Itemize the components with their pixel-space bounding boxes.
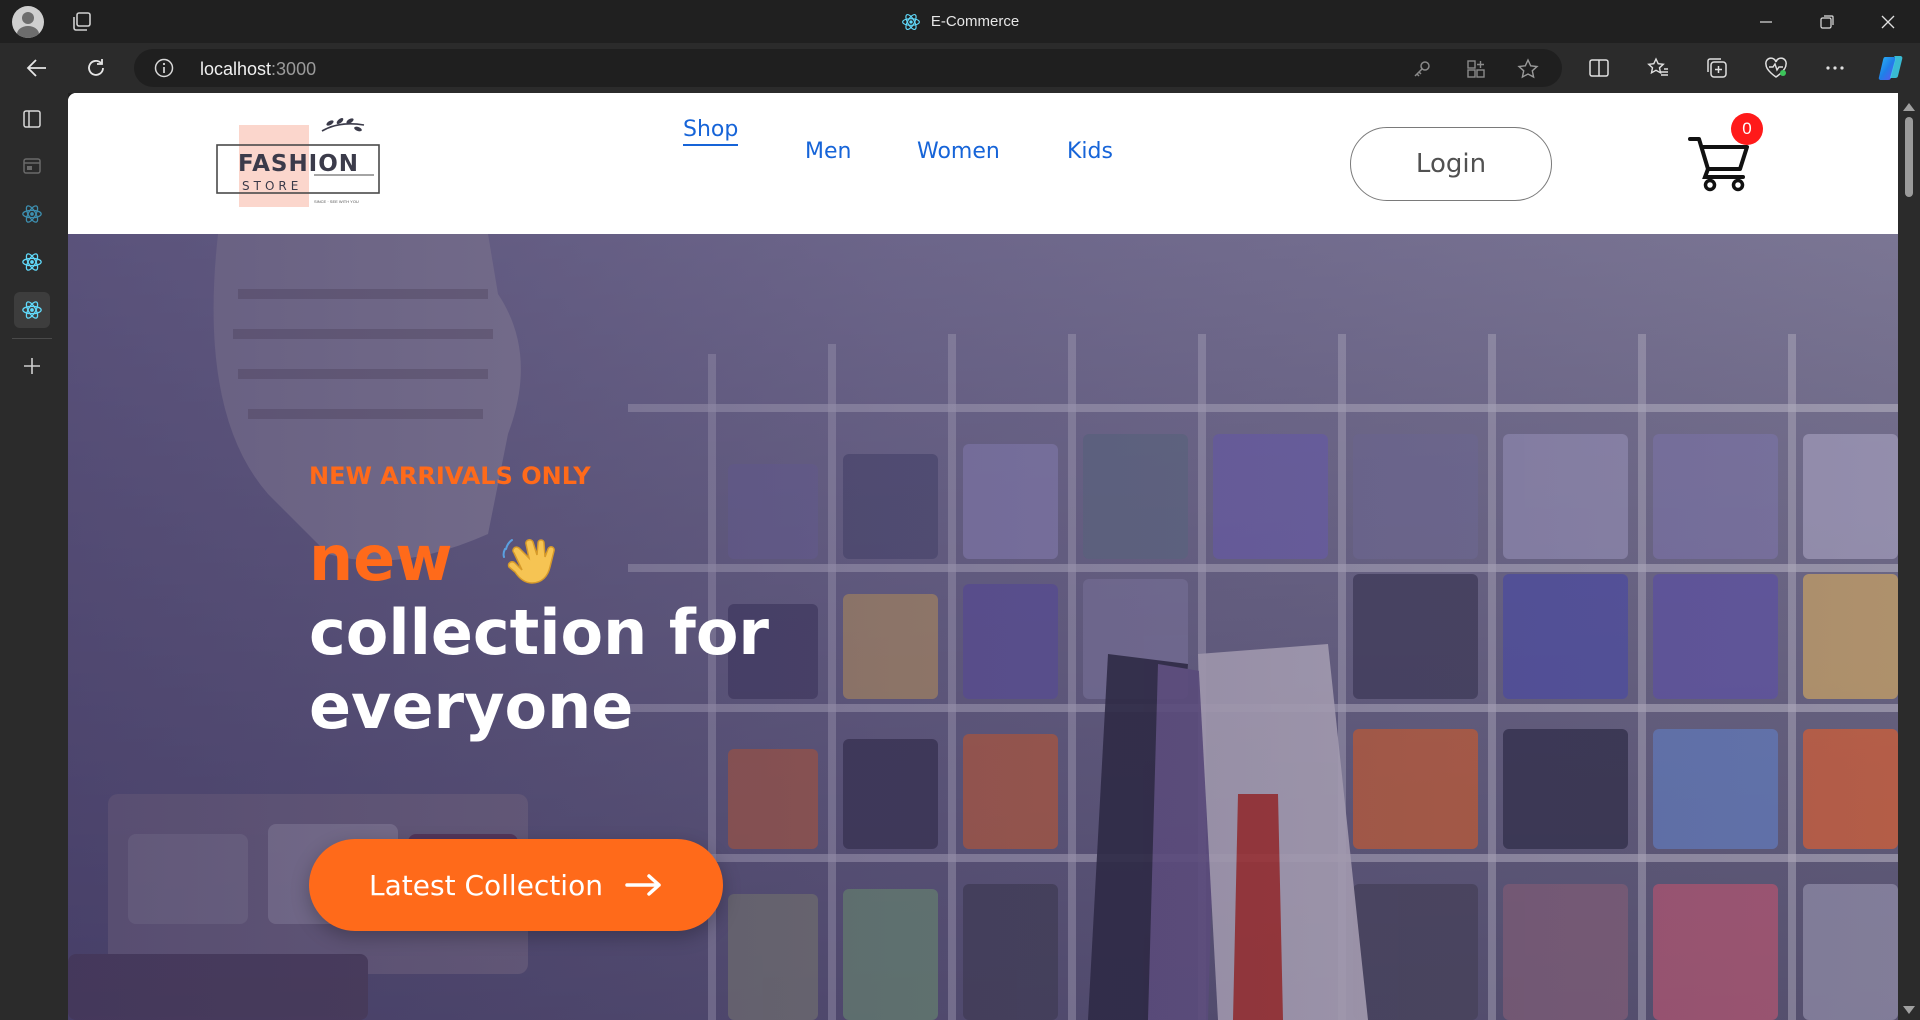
scrollbar-thumb[interactable] — [1905, 117, 1913, 197]
more-button[interactable] — [1818, 51, 1852, 85]
browser-title-bar: E-Commerce — [0, 0, 1920, 43]
apps-icon[interactable] — [1464, 57, 1488, 81]
react-icon — [901, 13, 920, 30]
nav-item-women[interactable]: Women — [917, 139, 1000, 164]
scroll-up-arrow-icon[interactable] — [1903, 103, 1915, 111]
hero-headline-line2: collection for — [309, 596, 770, 669]
plus-icon — [24, 358, 40, 374]
hero-headline-line3: everyone — [309, 670, 634, 743]
minimize-button[interactable] — [1736, 0, 1796, 43]
sidebar-panel-icon — [23, 110, 41, 128]
react-icon — [22, 301, 42, 319]
login-button[interactable]: Login — [1350, 127, 1552, 201]
tab-strip-divider — [12, 338, 52, 339]
hero-headline-line1: new — [309, 522, 769, 596]
favorites-icon — [1647, 57, 1668, 76]
window-title: E-Commerce — [930, 13, 1020, 30]
refresh-icon — [88, 59, 104, 76]
browser-toolbar: localhost:3000 — [0, 43, 1920, 93]
vertical-tab-3[interactable] — [14, 244, 50, 280]
more-icon — [1826, 66, 1844, 70]
logo-brand: FASHION — [238, 151, 360, 177]
page-viewport: FASHION STORE SINCE · SEE WITH YOU Shop … — [68, 93, 1898, 1020]
info-icon[interactable] — [154, 58, 174, 78]
scroll-down-arrow-icon[interactable] — [1903, 1006, 1915, 1014]
address-bar[interactable]: localhost:3000 — [134, 49, 1562, 87]
new-tab-button[interactable] — [14, 348, 50, 384]
nav-item-shop[interactable]: Shop — [683, 117, 739, 146]
page-scrollbar[interactable] — [1898, 93, 1920, 1020]
close-icon — [1881, 15, 1895, 28]
tab-actions-icon[interactable] — [70, 10, 94, 34]
arrow-right-icon — [625, 874, 661, 896]
react-icon — [22, 253, 42, 271]
minimize-icon — [1760, 20, 1772, 23]
nav-item-kids[interactable]: Kids — [1067, 139, 1113, 164]
star-icon[interactable] — [1516, 57, 1540, 81]
tab-panel-toggle[interactable] — [14, 101, 50, 137]
site-navbar: FASHION STORE SINCE · SEE WITH YOU Shop … — [68, 93, 1898, 234]
waving-hand-icon — [502, 538, 555, 584]
nav-item-men[interactable]: Men — [805, 139, 851, 164]
back-icon — [26, 59, 46, 77]
close-window-button[interactable] — [1858, 0, 1918, 43]
site-logo[interactable]: FASHION STORE SINCE · SEE WITH YOU — [214, 115, 384, 215]
vertical-tab-active[interactable] — [14, 292, 50, 328]
cart-count-badge: 0 — [1731, 113, 1763, 145]
key-icon[interactable] — [1410, 57, 1434, 81]
url-host: localhost — [200, 59, 272, 79]
url-port: :3000 — [271, 59, 317, 79]
browser-essentials-button[interactable] — [1759, 51, 1793, 85]
cta-label: Latest Collection — [369, 868, 603, 902]
hero-headline-accent: new — [309, 522, 453, 595]
window-icon — [23, 158, 41, 174]
profile-icon[interactable] — [12, 6, 44, 38]
collections-icon — [1707, 58, 1727, 78]
latest-collection-button[interactable]: Latest Collection — [309, 839, 723, 931]
logo-sub: STORE — [242, 179, 303, 193]
hero-headline: new collection for everyone — [309, 522, 769, 744]
url-text[interactable]: localhost:3000 — [200, 59, 316, 80]
hero-section: NEW ARRIVALS ONLY new collection for eve… — [68, 234, 1898, 1020]
favorites-button[interactable] — [1641, 51, 1675, 85]
split-screen-button[interactable] — [1582, 51, 1616, 85]
react-icon — [22, 205, 42, 223]
copilot-icon — [1878, 56, 1903, 80]
back-button[interactable] — [20, 51, 54, 85]
vertical-tab-2[interactable] — [14, 196, 50, 232]
browser-essentials-icon — [1765, 57, 1787, 78]
hero-eyebrow: NEW ARRIVALS ONLY — [309, 462, 591, 490]
split-screen-icon — [1589, 59, 1609, 77]
logo-tagline: SINCE · SEE WITH YOU — [314, 199, 359, 204]
restore-button[interactable] — [1797, 0, 1857, 43]
collections-button[interactable] — [1700, 51, 1734, 85]
copilot-button[interactable] — [1874, 51, 1908, 85]
restore-icon — [1820, 14, 1834, 29]
refresh-button[interactable] — [79, 51, 113, 85]
vertical-tab-strip — [0, 93, 68, 1020]
vertical-tab-1[interactable] — [14, 148, 50, 184]
